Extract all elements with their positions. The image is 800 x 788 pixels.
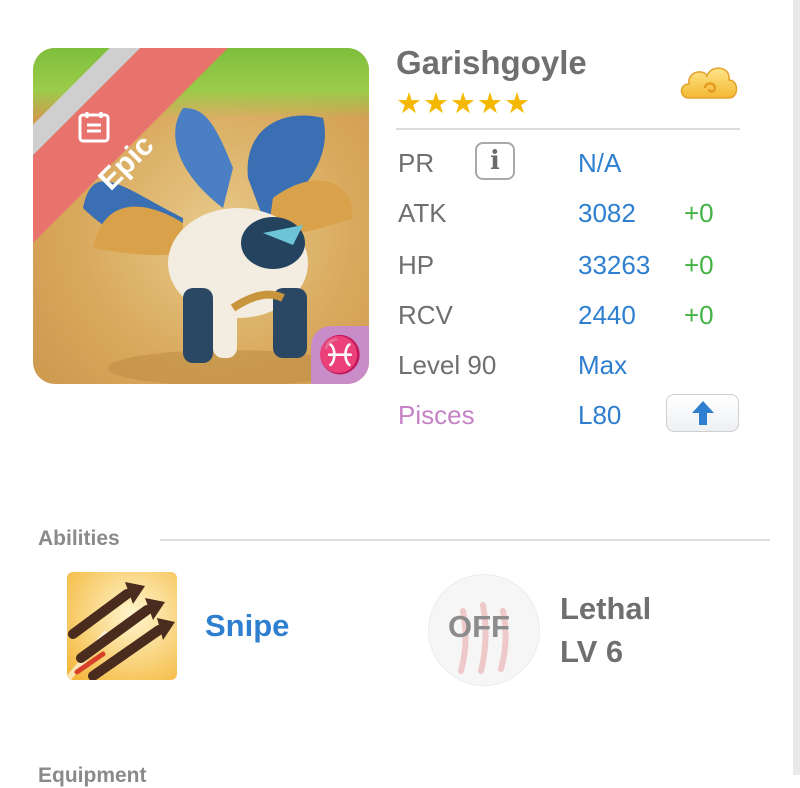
sign-level-value: L80 bbox=[578, 400, 622, 430]
rcv-bonus: +0 bbox=[684, 300, 714, 330]
info-button[interactable]: i bbox=[475, 142, 515, 180]
screen-edge bbox=[793, 0, 800, 775]
sign-upgrade-button[interactable] bbox=[666, 394, 739, 432]
arrow-up-icon bbox=[691, 401, 714, 425]
sign-label: Pisces bbox=[398, 400, 475, 430]
equipment-heading: Equipment bbox=[38, 764, 147, 787]
monster-name: Garishgoyle bbox=[396, 44, 587, 81]
abilities-heading: Abilities bbox=[38, 527, 120, 550]
snipe-ability-icon[interactable] bbox=[67, 572, 177, 680]
snipe-ability-name[interactable]: Snipe bbox=[205, 608, 289, 644]
hp-bonus: +0 bbox=[684, 250, 714, 280]
atk-label: ATK bbox=[398, 198, 447, 228]
lethal-ability-name: Lethal bbox=[560, 591, 652, 626]
level-label: Level 90 bbox=[398, 350, 497, 380]
zodiac-sign-icon: ♓ bbox=[311, 326, 369, 384]
rcv-label: RCV bbox=[398, 300, 453, 330]
level-value: Max bbox=[578, 350, 628, 380]
rcv-value: 2440 bbox=[578, 300, 636, 330]
hp-label: HP bbox=[398, 250, 435, 280]
atk-bonus: +0 bbox=[684, 198, 714, 228]
cloud-currency-icon[interactable] bbox=[677, 58, 741, 108]
star-rating: ★★★★★ bbox=[396, 88, 531, 120]
triple-arrow-icon bbox=[67, 572, 177, 680]
pr-label: PR bbox=[398, 148, 435, 178]
lethal-ability-level: LV 6 bbox=[560, 634, 624, 669]
atk-value: 3082 bbox=[578, 198, 636, 228]
monster-portrait[interactable]: Epic ♓ bbox=[33, 48, 369, 384]
lethal-toggle-state[interactable]: OFF bbox=[448, 609, 510, 645]
document-icon[interactable] bbox=[77, 110, 111, 144]
header-divider bbox=[396, 128, 740, 130]
abilities-divider bbox=[160, 539, 770, 541]
pr-value: N/A bbox=[578, 148, 622, 178]
hp-value: 33263 bbox=[578, 250, 651, 280]
